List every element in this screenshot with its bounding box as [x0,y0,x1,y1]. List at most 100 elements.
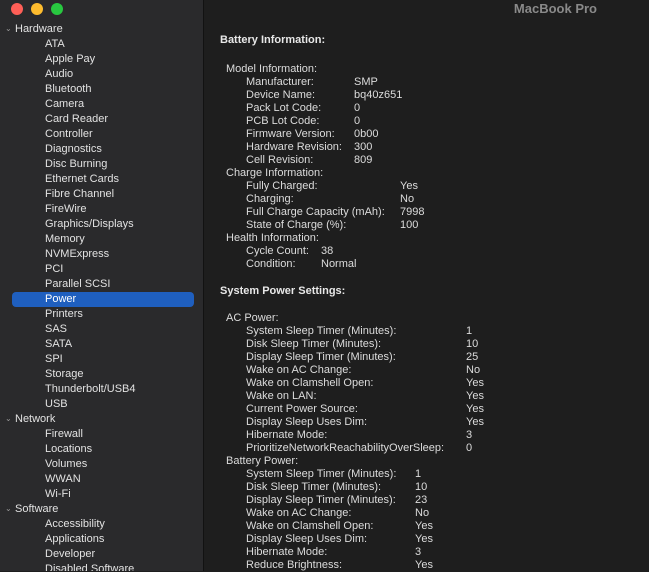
info-value: 0b00 [354,128,379,140]
battery-power-label: Battery Power: [226,455,299,467]
window-title: MacBook Pro [513,1,597,16]
sidebar-item[interactable]: USB [0,397,203,412]
sidebar-item[interactable]: Apple Pay [0,52,203,67]
info-row: PCB Lot Code: 0 [220,115,649,128]
info-value: Yes [415,533,433,545]
info-key: System Sleep Timer (Minutes): [246,468,397,480]
close-button[interactable] [11,3,23,15]
sidebar-item[interactable]: Power [12,292,194,307]
sidebar-item[interactable]: PCI [0,262,203,277]
info-key: Wake on AC Change: [246,507,352,519]
sidebar-item[interactable]: Locations [0,442,203,457]
window-controls [11,3,63,15]
sidebar-item[interactable]: FireWire [0,202,203,217]
info-row: Wake on Clamshell Open: Yes [220,520,649,533]
info-row: Disk Sleep Timer (Minutes): 10 [220,338,649,351]
battery-info-title: Battery Information: [220,34,326,46]
info-row: State of Charge (%): 100 [220,219,649,232]
info-key: Wake on LAN: [246,390,317,402]
info-value: No [466,364,481,376]
sidebar-tree: ⌄ Hardware ATA Apple Pay Audio Bluetooth Camer… [0,22,203,571]
sidebar-item[interactable]: Volumes [0,457,203,472]
sidebar-item[interactable]: WWAN [0,472,203,487]
info-value: Yes [466,390,484,402]
info-value: 10 [415,481,428,493]
info-key: Pack Lot Code: [246,102,322,114]
info-key: System Sleep Timer (Minutes): [246,325,397,337]
sidebar-item[interactable]: Developer [0,547,203,562]
chevron-down-icon[interactable]: ⌄ [5,24,13,33]
sidebar-item[interactable]: Disabled Software [0,562,203,571]
info-key: Hibernate Mode: [246,546,328,558]
sidebar-item[interactable]: Applications [0,532,203,547]
sidebar-item[interactable]: Printers [0,307,203,322]
info-key: Reduce Brightness: [246,559,342,571]
ac-power-label: AC Power: [226,312,279,324]
sidebar-item[interactable]: Camera [0,97,203,112]
info-key: Full Charge Capacity (mAh): [246,206,385,218]
info-value: Yes [415,520,433,532]
charge-info-label: Charge Information: [226,167,324,179]
sidebar-item[interactable]: Storage [0,367,203,382]
sidebar-item[interactable]: Diagnostics [0,142,203,157]
info-key: Device Name: [246,89,316,101]
info-row: Display Sleep Uses Dim: Yes [220,533,649,546]
sidebar-category[interactable]: ⌄ Hardware [0,22,203,37]
info-value: 1 [466,325,473,337]
sidebar-item[interactable]: Controller [0,127,203,142]
info-value: Yes [415,559,433,571]
info-row: Fully Charged: Yes [220,180,649,193]
info-key: Hibernate Mode: [246,429,328,441]
sidebar-category[interactable]: ⌄ Network [0,412,203,427]
sidebar-item[interactable]: NVMExpress [0,247,203,262]
info-row: Wake on Clamshell Open: Yes [220,377,649,390]
sidebar-item[interactable]: SPI [0,352,203,367]
info-key: Wake on AC Change: [246,364,352,376]
zoom-button[interactable] [51,3,63,15]
sidebar-item[interactable]: Parallel SCSI [0,277,203,292]
sidebar-category[interactable]: ⌄ Software [0,502,203,517]
sidebar-item[interactable]: ATA [0,37,203,52]
sidebar-item[interactable]: Disc Burning [0,157,203,172]
info-key: Display Sleep Timer (Minutes): [246,494,396,506]
sidebar-item[interactable]: Graphics/Displays [0,217,203,232]
info-value: Yes [466,377,484,389]
info-value: 100 [400,219,419,231]
sidebar-item[interactable]: Thunderbolt/USB4 [0,382,203,397]
info-value: SMP [354,76,378,88]
sidebar-item[interactable]: Firewall [0,427,203,442]
info-key: State of Charge (%): [246,219,347,231]
model-info-label: Model Information: [226,63,318,75]
info-key: Display Sleep Uses Dim: [246,533,368,545]
sidebar-item[interactable]: Accessibility [0,517,203,532]
info-row: Display Sleep Uses Dim: Yes [220,416,649,429]
sidebar-item[interactable]: Memory [0,232,203,247]
minimize-button[interactable] [31,3,43,15]
chevron-down-icon[interactable]: ⌄ [5,504,13,513]
scrollbar[interactable] [641,22,649,571]
sidebar-item[interactable]: Ethernet Cards [0,172,203,187]
info-value: No [415,507,430,519]
chevron-down-icon[interactable]: ⌄ [5,414,13,423]
sidebar-item[interactable]: Fibre Channel [0,187,203,202]
sidebar-item[interactable]: SATA [0,337,203,352]
info-row: System Sleep Timer (Minutes): 1 [220,325,649,338]
info-row: Display Sleep Timer (Minutes): 25 [220,351,649,364]
info-row: Condition: Normal [220,258,649,271]
sidebar-item[interactable]: Card Reader [0,112,203,127]
info-row: Pack Lot Code: 0 [220,102,649,115]
info-key: Manufacturer: [246,76,314,88]
sidebar-item[interactable]: Audio [0,67,203,82]
info-value: 25 [466,351,479,363]
info-key: Display Sleep Uses Dim: [246,416,368,428]
info-value: 0 [354,115,361,127]
info-row: Reduce Brightness: Yes [220,559,649,572]
sidebar-item[interactable]: Wi-Fi [0,487,203,502]
info-value: bq40z651 [354,89,403,101]
info-row: Wake on LAN: Yes [220,390,649,403]
sidebar-item[interactable]: SAS [0,322,203,337]
sidebar-item[interactable]: Bluetooth [0,82,203,97]
info-row: Charging: No [220,193,649,206]
info-row: Hibernate Mode: 3 [220,546,649,559]
info-row: Full Charge Capacity (mAh): 7998 [220,206,649,219]
